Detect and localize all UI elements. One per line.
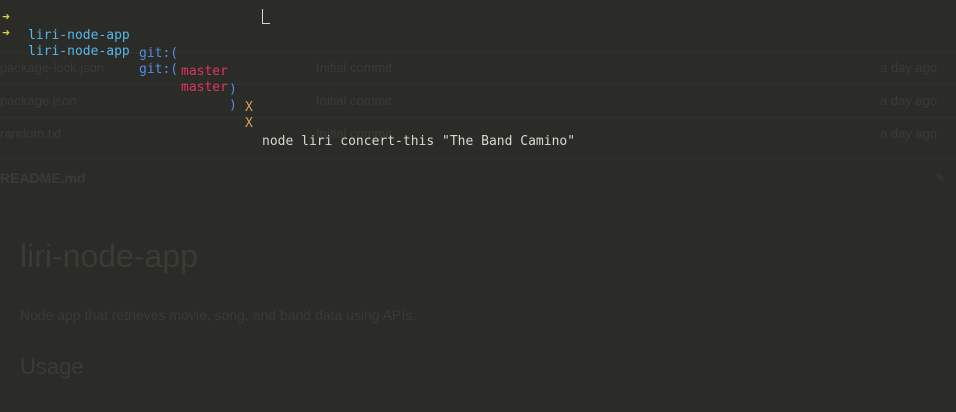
divider (0, 158, 956, 159)
readme-label: README.md (0, 170, 86, 186)
divider (0, 84, 956, 85)
file-row[interactable]: package.json Initial commit a day ago (0, 93, 956, 111)
commit-age: a day ago (880, 60, 938, 75)
prompt-branch: master (181, 80, 228, 95)
prompt-directory: liri-node-app (28, 44, 130, 59)
prompt-dirty-marker: X (245, 116, 253, 131)
commit-age: a day ago (880, 93, 938, 108)
prompt-git-close: ) (229, 98, 237, 113)
prompt-arrow-icon: ➜ (2, 26, 10, 41)
readme-title: liri-node-app (20, 238, 198, 274)
readme-description: Node app that retrieves movie, song, and… (20, 307, 417, 323)
commit-age: a day ago (880, 126, 938, 141)
prompt-git-label: git:( (139, 62, 179, 77)
commit-message: Initial commit (316, 93, 392, 108)
pencil-icon[interactable]: ✎ (936, 170, 944, 186)
text-cursor (262, 9, 270, 24)
terminal-command-input[interactable]: node liri concert-this "The Band Camino" (262, 133, 575, 151)
divider (0, 117, 956, 118)
terminal-prompt-current[interactable]: ➜ liri-node-app git:( master ) X node li… (0, 7, 956, 149)
commit-message: Initial commit (316, 60, 392, 75)
usage-heading: Usage (20, 354, 84, 379)
